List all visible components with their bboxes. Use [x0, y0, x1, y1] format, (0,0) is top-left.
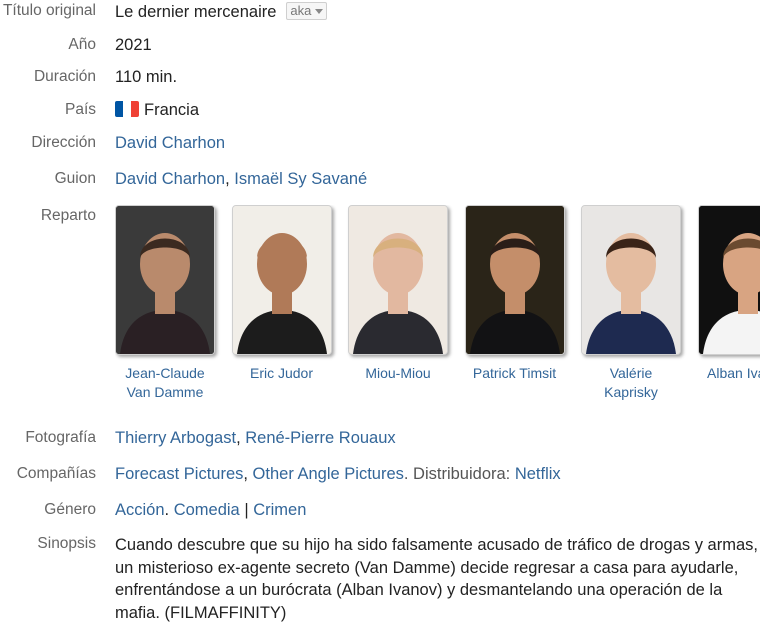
cast-member-name[interactable]: Valérie Kaprisky: [581, 364, 681, 402]
distributor-label: . Distribuidora:: [404, 465, 515, 483]
cast-member[interactable]: Alban Ivanov: [698, 205, 760, 383]
writer-link[interactable]: David Charhon: [115, 170, 225, 188]
cast-member[interactable]: Valérie Kaprisky: [581, 205, 681, 402]
cast-photo[interactable]: [115, 205, 215, 355]
writer-link[interactable]: Ismaël Sy Savané: [234, 170, 367, 188]
country-name: Francia: [144, 101, 199, 119]
chevron-down-icon: [315, 9, 323, 14]
separator: |: [240, 501, 253, 519]
cast-member-name[interactable]: Alban Ivanov: [698, 364, 760, 383]
aka-label: aka: [290, 3, 311, 19]
script-label: Guion: [55, 170, 96, 188]
country-value: Francia: [115, 101, 760, 120]
cast-photo[interactable]: [348, 205, 448, 355]
separator: .: [165, 501, 174, 519]
company-link[interactable]: Forecast Pictures: [115, 465, 243, 483]
portrait-image: [349, 206, 447, 354]
direction-value: David Charhon: [115, 134, 760, 153]
aka-dropdown[interactable]: aka: [286, 2, 327, 20]
script-value: David Charhon, Ismaël Sy Savané: [115, 170, 760, 189]
photography-label: Fotografía: [25, 429, 96, 447]
portrait-image: [233, 206, 331, 354]
separator: ,: [225, 170, 234, 188]
genre-link[interactable]: Acción: [115, 501, 165, 519]
direction-label: Dirección: [31, 134, 96, 152]
cast-member-name[interactable]: Eric Judor: [232, 364, 332, 383]
companies-label: Compañías: [17, 465, 96, 483]
synopsis-text: Cuando descubre que su hijo ha sido fals…: [115, 534, 760, 624]
cinematographer-link[interactable]: Thierry Arbogast: [115, 429, 236, 447]
photography-value: Thierry Arbogast, René-Pierre Rouaux: [115, 429, 760, 448]
year-value: 2021: [115, 36, 760, 55]
cast-member-name[interactable]: Jean-Claude Van Damme: [115, 364, 215, 402]
genre-label: Género: [44, 501, 96, 519]
portrait-image: [466, 206, 564, 354]
portrait-image: [699, 206, 760, 354]
cast-member[interactable]: Miou-Miou: [348, 205, 448, 383]
portrait-image: [116, 206, 214, 354]
cast-member[interactable]: Eric Judor: [232, 205, 332, 383]
companies-value: Forecast Pictures, Other Angle Pictures.…: [115, 465, 760, 484]
cast-gallery: Jean-Claude Van Damme Eric Judor Miou-Miou…: [115, 205, 760, 405]
cast-photo[interactable]: [232, 205, 332, 355]
country-label: País: [65, 101, 96, 119]
genre-value: Acción. Comedia | Crimen: [115, 501, 760, 520]
cast-member[interactable]: Jean-Claude Van Damme: [115, 205, 215, 402]
original-title-text: Le dernier mercenaire: [115, 3, 276, 21]
separator: ,: [243, 465, 252, 483]
original-title-value: Le dernier mercenaire aka: [115, 2, 760, 22]
genre-link[interactable]: Crimen: [253, 501, 306, 519]
france-flag-icon: [115, 101, 139, 117]
distributor-link[interactable]: Netflix: [515, 465, 561, 483]
duration-value: 110 min.: [115, 68, 760, 87]
cast-photo[interactable]: [465, 205, 565, 355]
cast-member-name[interactable]: Patrick Timsit: [465, 364, 565, 383]
genre-link[interactable]: Comedia: [174, 501, 240, 519]
original-title-label: Título original: [3, 2, 96, 20]
year-label: Año: [68, 36, 96, 54]
cast-member-name[interactable]: Miou-Miou: [348, 364, 448, 383]
cast-photo[interactable]: [581, 205, 681, 355]
separator: ,: [236, 429, 245, 447]
company-link[interactable]: Other Angle Pictures: [253, 465, 404, 483]
duration-label: Duración: [34, 68, 96, 86]
cinematographer-link[interactable]: René-Pierre Rouaux: [245, 429, 395, 447]
cast-photo[interactable]: [698, 205, 760, 355]
synopsis-label: Sinopsis: [37, 535, 96, 553]
director-link[interactable]: David Charhon: [115, 134, 225, 152]
portrait-image: [582, 206, 680, 354]
cast-member[interactable]: Patrick Timsit: [465, 205, 565, 383]
cast-label: Reparto: [41, 207, 96, 225]
